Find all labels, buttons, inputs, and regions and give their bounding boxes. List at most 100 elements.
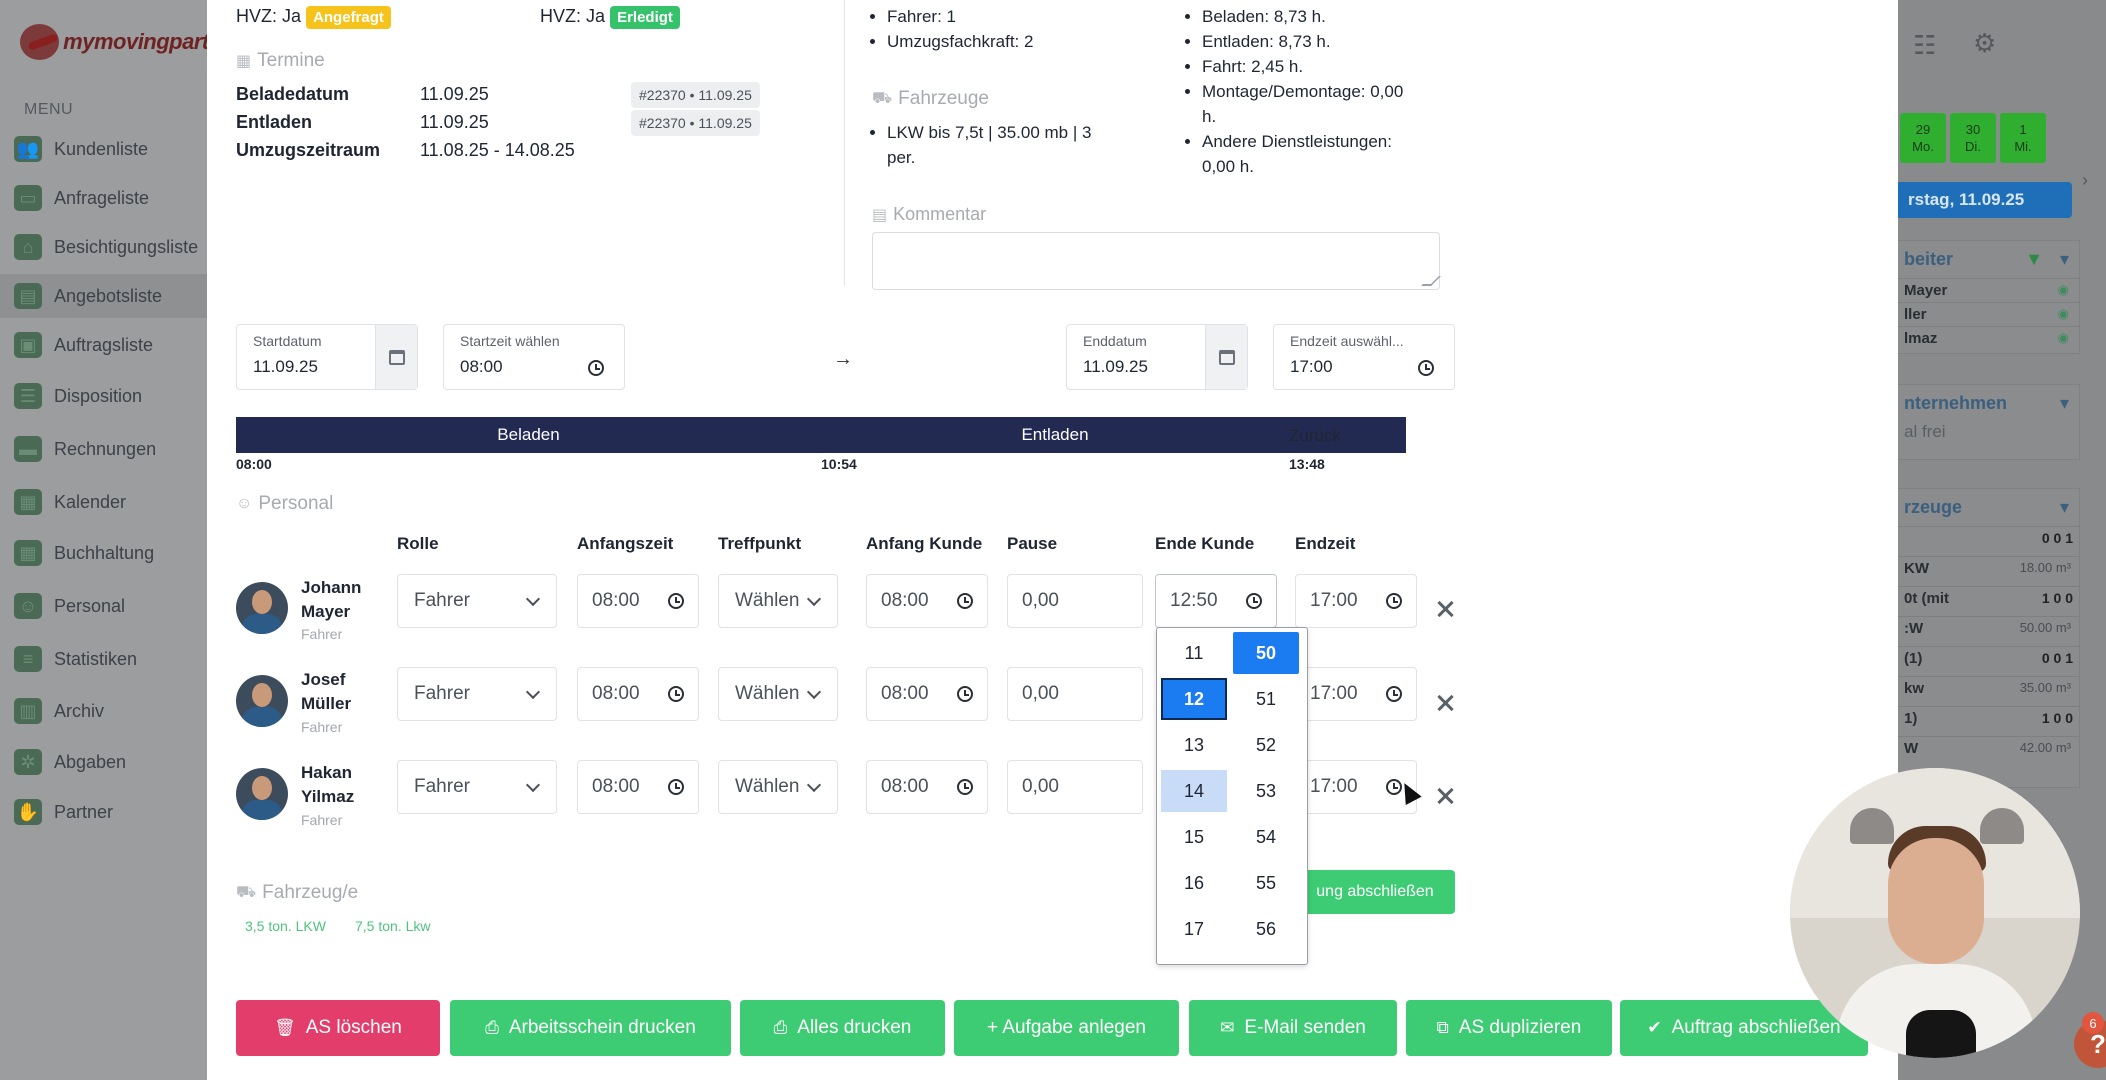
- sidebar-item-anfrageliste[interactable]: ▭ Anfrageliste: [0, 176, 207, 220]
- vehicle-row[interactable]: 0t (mit 1 0 0: [1898, 586, 2079, 616]
- brand-logo[interactable]: mymovingpart: [20, 22, 210, 62]
- hour-option[interactable]: 12: [1161, 678, 1227, 720]
- start-date-field[interactable]: Startdatum 11.09.25: [236, 324, 418, 390]
- remove-person-button[interactable]: [1435, 693, 1455, 713]
- pause-input[interactable]: 0,00: [1007, 574, 1143, 628]
- remove-person-button[interactable]: [1435, 786, 1455, 806]
- sidebar-item-kundenliste[interactable]: 👥 Kundenliste: [0, 127, 207, 171]
- sidebar-item-auftragsliste[interactable]: ▣ Auftragsliste: [0, 323, 207, 367]
- eye-icon[interactable]: ◉: [2058, 330, 2069, 346]
- task-list-icon[interactable]: ☷: [1913, 30, 1936, 61]
- sidebar-item-angebotsliste[interactable]: ▤ Angebotsliste: [0, 274, 207, 318]
- vehicle-row[interactable]: (1) 0 0 1: [1898, 646, 2079, 676]
- gear-icon[interactable]: ⚙: [1973, 28, 1996, 59]
- vehicle-row[interactable]: :W 50.00 m³: [1898, 616, 2079, 646]
- order-ref-chip[interactable]: #22370 • 11.09.25: [631, 82, 760, 108]
- remove-person-button[interactable]: [1435, 599, 1455, 619]
- sidebar-item-disposition[interactable]: ☰ Disposition: [0, 374, 207, 418]
- vehicle-chip[interactable]: 7,5 ton. Lkw: [355, 918, 431, 934]
- end-time-input[interactable]: 17:00: [1295, 667, 1417, 721]
- minute-option[interactable]: 51: [1233, 678, 1299, 720]
- chevron-down-icon[interactable]: ▾: [2060, 393, 2069, 414]
- day-badge-mi[interactable]: 1 Mi.: [2000, 113, 2046, 163]
- selected-date-bar[interactable]: rstag, 11.09.25: [1898, 182, 2072, 218]
- sidebar-item-personal[interactable]: ☺ Personal: [0, 584, 207, 628]
- sidebar-item-kalender[interactable]: ▦ Kalender: [0, 480, 207, 524]
- minute-option[interactable]: 50: [1233, 632, 1299, 674]
- vehicle-row[interactable]: kw 35.00 m³: [1898, 676, 2079, 706]
- customer-end-input[interactable]: 12:50: [1155, 574, 1277, 628]
- duplicate-worksheet-button[interactable]: ⧉ AS duplizieren: [1406, 1000, 1612, 1056]
- sidebar-item-buchhaltung[interactable]: ▦ Buchhaltung: [0, 531, 207, 575]
- order-ref-chip[interactable]: #22370 • 11.09.25: [631, 110, 760, 136]
- finish-planning-button[interactable]: ung abschließen: [1295, 870, 1455, 914]
- vehicle-row[interactable]: KW 18.00 m³: [1898, 556, 2079, 586]
- worker-row[interactable]: Mayer ◉: [1898, 278, 2079, 302]
- end-date-field[interactable]: Enddatum 11.09.25: [1066, 324, 1248, 390]
- role-select[interactable]: Fahrer: [397, 667, 557, 721]
- eye-icon[interactable]: ◉: [2058, 306, 2069, 322]
- pause-input[interactable]: 0,00: [1007, 760, 1143, 814]
- timeline-segment-entladen[interactable]: Entladen: [821, 417, 1289, 453]
- companies-panel-title[interactable]: nternehmen ▾: [1898, 385, 2079, 422]
- vehicles-panel-title[interactable]: rzeuge ▾: [1898, 489, 2079, 526]
- sidebar-item-archiv[interactable]: ▥ Archiv: [0, 689, 207, 733]
- sidebar-item-besichtigungsliste[interactable]: ⌂ Besichtigungsliste: [0, 225, 207, 269]
- hour-option[interactable]: 14: [1161, 770, 1227, 812]
- comment-textarea[interactable]: [872, 232, 1440, 290]
- meeting-point-select[interactable]: Wählen: [718, 760, 838, 814]
- day-badge-di[interactable]: 30 Di.: [1950, 113, 1996, 163]
- start-time-input[interactable]: 08:00: [577, 574, 699, 628]
- sidebar-item-statistiken[interactable]: ≡ Statistiken: [0, 637, 207, 681]
- collapse-right-icon[interactable]: ›: [2082, 170, 2088, 191]
- clock-icon[interactable]: [588, 360, 604, 376]
- sidebar-item-abgaben[interactable]: ✲ Abgaben: [0, 740, 207, 784]
- create-task-button[interactable]: + Aufgabe anlegen: [954, 1000, 1179, 1056]
- worker-row[interactable]: ller ◉: [1898, 302, 2079, 326]
- hour-option[interactable]: 11: [1161, 632, 1227, 674]
- meeting-point-select[interactable]: Wählen: [718, 574, 838, 628]
- chevron-down-icon[interactable]: ▾: [2060, 249, 2069, 270]
- hour-option[interactable]: 15: [1161, 816, 1227, 858]
- minute-option[interactable]: 52: [1233, 724, 1299, 766]
- hour-option[interactable]: 16: [1161, 862, 1227, 904]
- start-time-field[interactable]: Startzeit wählen 08:00: [443, 324, 625, 390]
- meeting-point-select[interactable]: Wählen: [718, 667, 838, 721]
- vehicle-row[interactable]: W 42.00 m³: [1898, 736, 2079, 766]
- delete-worksheet-button[interactable]: 🗑 AS löschen: [236, 1000, 440, 1056]
- start-time-input[interactable]: 08:00: [577, 667, 699, 721]
- customer-start-input[interactable]: 08:00: [866, 667, 988, 721]
- worker-row[interactable]: lmaz ◉: [1898, 326, 2079, 350]
- vehicle-row[interactable]: 1) 1 0 0: [1898, 706, 2079, 736]
- calendar-icon[interactable]: [375, 325, 417, 389]
- calendar-icon[interactable]: [1205, 325, 1247, 389]
- filter-icon[interactable]: ▼: [2025, 249, 2043, 270]
- sidebar-item-rechnungen[interactable]: ▬ Rechnungen: [0, 427, 207, 471]
- minute-option[interactable]: 55: [1233, 862, 1299, 904]
- hour-option[interactable]: 17: [1161, 908, 1227, 950]
- print-all-button[interactable]: ⎙ Alles drucken: [740, 1000, 945, 1056]
- minute-option[interactable]: 53: [1233, 770, 1299, 812]
- role-select[interactable]: Fahrer: [397, 760, 557, 814]
- customer-start-input[interactable]: 08:00: [866, 574, 988, 628]
- customer-start-input[interactable]: 08:00: [866, 760, 988, 814]
- end-time-field[interactable]: Endzeit auswähl... 17:00: [1273, 324, 1455, 390]
- start-time-input[interactable]: 08:00: [577, 760, 699, 814]
- workers-panel-title[interactable]: beiter ▾ ▼: [1898, 241, 2079, 278]
- pause-input[interactable]: 0,00: [1007, 667, 1143, 721]
- minute-option[interactable]: 56: [1233, 908, 1299, 950]
- vehicle-chip[interactable]: 3,5 ton. LKW: [245, 918, 326, 934]
- chevron-down-icon[interactable]: ▾: [2060, 497, 2069, 518]
- vehicle-row[interactable]: 0 0 1: [1898, 526, 2079, 556]
- hour-option[interactable]: 13: [1161, 724, 1227, 766]
- minute-option[interactable]: 54: [1233, 816, 1299, 858]
- send-email-button[interactable]: ✉ E-Mail senden: [1189, 1000, 1397, 1056]
- clock-icon[interactable]: [1418, 360, 1434, 376]
- end-time-input[interactable]: 17:00: [1295, 574, 1417, 628]
- eye-icon[interactable]: ◉: [2058, 282, 2069, 298]
- print-worksheet-button[interactable]: ⎙ Arbeitsschein drucken: [450, 1000, 731, 1056]
- role-select[interactable]: Fahrer: [397, 574, 557, 628]
- sidebar-item-partner[interactable]: ✋ Partner: [0, 790, 207, 834]
- timeline-segment-beladen[interactable]: Beladen: [236, 417, 821, 453]
- day-badge-mo[interactable]: 29 Mo.: [1900, 113, 1946, 163]
